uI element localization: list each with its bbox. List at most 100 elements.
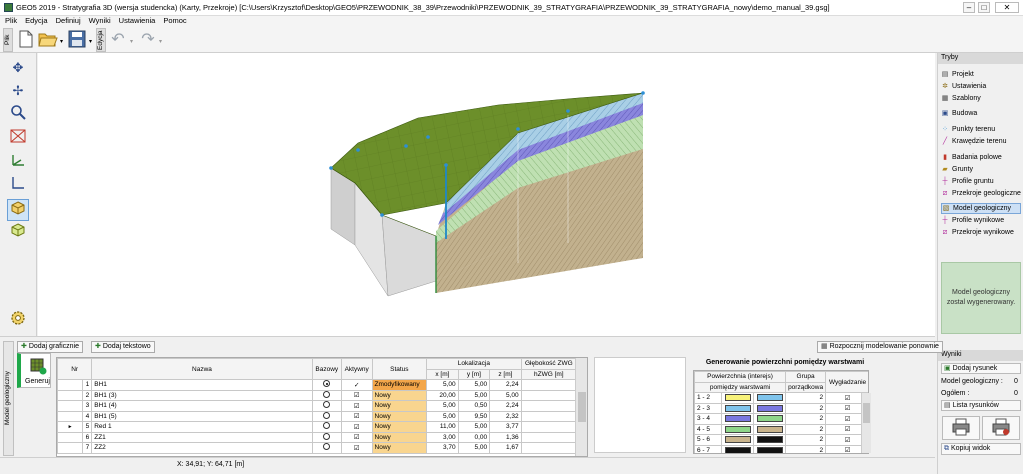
- table-row[interactable]: 4 BH1 (5) ☑ Nowy 5,00 9,50 2,32: [57, 410, 578, 422]
- save-file-icon[interactable]: [67, 30, 87, 50]
- cell-active[interactable]: ☑: [340, 442, 373, 454]
- cell-group[interactable]: 2: [785, 413, 827, 425]
- tab-geological-model[interactable]: Model geologiczny: [3, 341, 14, 456]
- add-graphic-button[interactable]: ✚ Dodaj graficznie: [17, 341, 84, 353]
- view-3d-wire-icon[interactable]: [7, 222, 29, 244]
- mode-project[interactable]: ▤ Projekt: [941, 69, 1021, 80]
- cell-x[interactable]: 5,00: [426, 379, 459, 391]
- export-print-button[interactable]: [982, 416, 1020, 440]
- mode-terrain-points[interactable]: ⁘ Punkty terenu: [941, 124, 1021, 135]
- axes-3d-icon[interactable]: [7, 152, 29, 174]
- cell-active[interactable]: ☑: [340, 389, 373, 401]
- cell-base[interactable]: [311, 389, 342, 401]
- tab-edit[interactable]: Edycja: [96, 28, 106, 52]
- cell-active[interactable]: ☑: [340, 410, 373, 422]
- menu-define[interactable]: Definiuj: [56, 16, 81, 26]
- cell-group[interactable]: 2: [785, 392, 827, 404]
- cell-depth[interactable]: [520, 400, 578, 412]
- cell-group[interactable]: 2: [785, 434, 827, 446]
- open-file-icon[interactable]: [38, 30, 58, 50]
- mode-field-tests[interactable]: ▮ Badania polowe: [941, 152, 1021, 163]
- menu-file[interactable]: Plik: [5, 16, 17, 26]
- mode-geological-model[interactable]: ▧ Model geologiczny: [941, 203, 1021, 214]
- cell-z[interactable]: 2,24: [489, 379, 522, 391]
- cell-y[interactable]: 9,50: [457, 410, 491, 422]
- surfaces-scroll-thumb[interactable]: [863, 403, 870, 423]
- base-radio[interactable]: [323, 380, 331, 388]
- 3d-viewport[interactable]: [38, 53, 935, 336]
- view-3d-box-icon[interactable]: [7, 199, 29, 221]
- surface-row[interactable]: 5 - 6 2 ☑: [694, 434, 868, 446]
- print-button[interactable]: [942, 416, 980, 440]
- cell-z[interactable]: 2,24: [489, 400, 522, 412]
- undo-icon[interactable]: ↶: [108, 30, 128, 50]
- generate-button[interactable]: Generuj: [17, 353, 51, 388]
- cell-depth[interactable]: [520, 442, 578, 454]
- move-3d-icon[interactable]: ✢: [7, 80, 29, 102]
- cell-z[interactable]: 3,77: [489, 421, 522, 433]
- new-file-icon[interactable]: [16, 30, 36, 50]
- cell-depth[interactable]: [520, 379, 578, 391]
- cell-x[interactable]: 20,00: [426, 389, 459, 401]
- cell-z[interactable]: 1,67: [489, 442, 522, 454]
- cell-y[interactable]: 0,50: [457, 400, 491, 412]
- table-row[interactable]: 3 BH1 (4) ☑ Nowy 5,00 0,50 2,24: [57, 400, 578, 412]
- surface-row[interactable]: 6 - 7 2 ☑: [694, 444, 868, 453]
- cell-base[interactable]: [311, 410, 342, 422]
- cell-y[interactable]: 5,00: [457, 379, 491, 391]
- cell-name[interactable]: BH1: [91, 379, 313, 391]
- table-row[interactable]: 1 BH1 ✓ Zmodyfikowany 5,00 5,00 2,24: [57, 379, 578, 391]
- cell-base[interactable]: [311, 431, 342, 443]
- base-radio[interactable]: [323, 422, 331, 430]
- cell-y[interactable]: 5,00: [457, 421, 491, 433]
- cell-depth[interactable]: [520, 431, 578, 443]
- surface-row[interactable]: 3 - 4 2 ☑: [694, 413, 868, 425]
- zoom-extents-icon[interactable]: [7, 128, 29, 150]
- menu-help[interactable]: Pomoc: [163, 16, 186, 26]
- add-drawing-button[interactable]: ▣ Dodaj rysunek: [941, 363, 1021, 374]
- cell-name[interactable]: ZZ1: [91, 431, 313, 443]
- pan-icon[interactable]: ✥: [7, 57, 29, 79]
- redo-icon[interactable]: ↷: [138, 30, 158, 50]
- zoom-icon[interactable]: [7, 104, 29, 126]
- cell-name[interactable]: BH1 (4): [91, 400, 313, 412]
- mode-result-sections[interactable]: ⧄ Przekroje wynikowe: [941, 227, 1021, 238]
- surface-row[interactable]: 4 - 5 2 ☑: [694, 423, 868, 435]
- surface-row[interactable]: 2 - 3 2 ☑: [694, 402, 868, 414]
- mode-soil-profiles[interactable]: ┼ Profile gruntu: [941, 176, 1021, 187]
- cell-x[interactable]: 3,70: [426, 442, 459, 454]
- mode-templates[interactable]: ▦ Szablony: [941, 93, 1021, 104]
- cell-y[interactable]: 0,00: [457, 431, 491, 443]
- table-row[interactable]: 7 ZZ2 ☑ Nowy 3,70 5,00 1,67: [57, 442, 578, 454]
- copy-view-button[interactable]: ⧉ Kopiuj widok: [941, 443, 1021, 455]
- mode-terrain-edges[interactable]: ╱ Krawędzie terenu: [941, 136, 1021, 147]
- tab-file[interactable]: Plik: [3, 28, 13, 52]
- cell-y[interactable]: 5,00: [457, 442, 491, 454]
- cell-base[interactable]: [311, 400, 342, 412]
- cell-name[interactable]: ZZ2: [91, 442, 313, 454]
- cell-active[interactable]: ✓: [340, 379, 373, 391]
- base-radio[interactable]: [323, 443, 331, 451]
- base-radio[interactable]: [323, 432, 331, 440]
- close-button[interactable]: ✕: [995, 2, 1019, 13]
- open-dropdown-icon[interactable]: ▾: [60, 38, 63, 45]
- cell-z[interactable]: 1,36: [489, 431, 522, 443]
- menu-settings[interactable]: Ustawienia: [119, 16, 156, 26]
- menu-results[interactable]: Wyniki: [89, 16, 111, 26]
- base-radio[interactable]: [323, 401, 331, 409]
- save-dropdown-icon[interactable]: ▾: [89, 38, 92, 45]
- table-row[interactable]: 2 BH1 (3) ☑ Nowy 20,00 5,00 5,00: [57, 389, 578, 401]
- cell-name[interactable]: Red 1: [91, 421, 313, 433]
- maximize-button[interactable]: □: [978, 2, 990, 13]
- cell-x[interactable]: 5,00: [426, 410, 459, 422]
- cell-depth[interactable]: [520, 389, 578, 401]
- drawings-list-button[interactable]: ▤ Lista rysunków: [941, 400, 1021, 411]
- cell-x[interactable]: 5,00: [426, 400, 459, 412]
- cell-z[interactable]: 2,32: [489, 410, 522, 422]
- table-row[interactable]: ► 5 Red 1 ☑ Nowy 11,00 5,00 3,77: [57, 421, 578, 433]
- cell-name[interactable]: BH1 (3): [91, 389, 313, 401]
- start-modeling-button[interactable]: ▦ Rozpocznij modelowanie ponownie: [817, 341, 943, 353]
- cell-x[interactable]: 11,00: [426, 421, 459, 433]
- mode-result-profiles[interactable]: ┼ Profile wynikowe: [941, 215, 1021, 226]
- redo-dropdown-icon[interactable]: ▾: [159, 38, 162, 45]
